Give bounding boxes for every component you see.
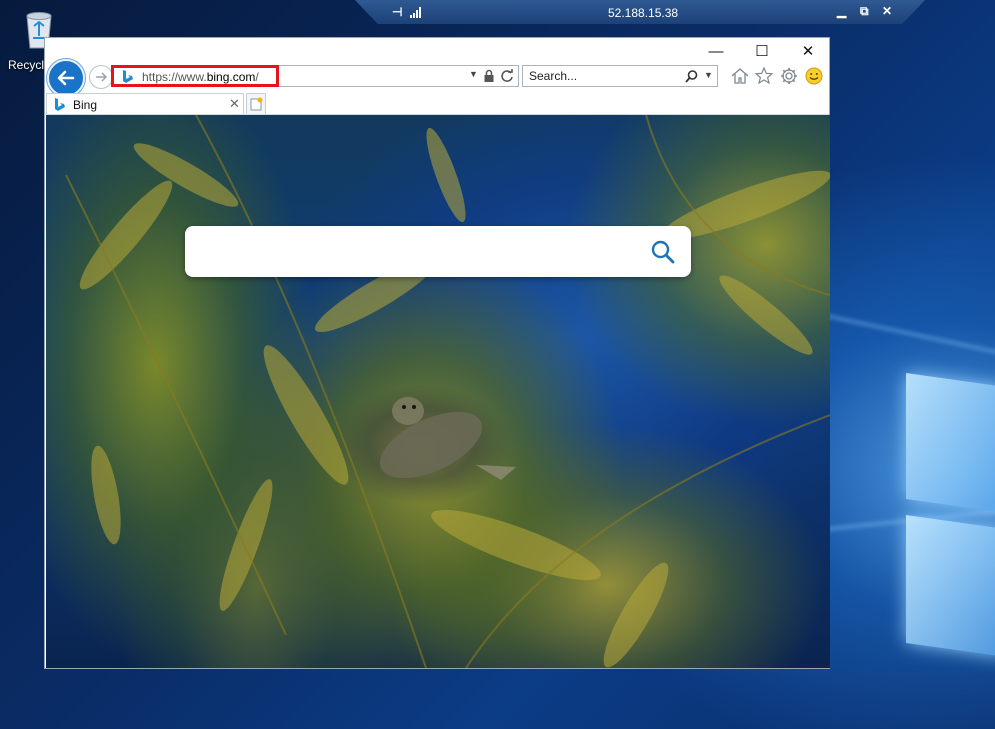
bing-search-box[interactable] <box>185 226 691 277</box>
url-text: https://www.bing.com/ <box>142 70 259 84</box>
remote-desktop-connection-bar: ⊣ 52.188.15.38 ▁ ⧉ ✕ <box>355 0 925 24</box>
remote-host-address: 52.188.15.38 <box>608 6 679 20</box>
rdp-minimize-button[interactable]: ▁ <box>837 4 846 18</box>
address-bar[interactable]: https://www.bing.com/ ▼ <box>111 65 519 87</box>
window-minimize-button[interactable]: — <box>693 40 739 64</box>
window-close-button[interactable]: ✕ <box>785 40 831 64</box>
search-dropdown-icon[interactable]: ▼ <box>704 70 713 80</box>
browser-window: — ☐ ✕ https://www.bing.com/ ▼ Search... … <box>44 37 830 669</box>
smiley-icon[interactable] <box>804 66 824 86</box>
web-page-content <box>46 115 830 668</box>
bing-favicon-icon <box>55 98 65 111</box>
pin-icon[interactable]: ⊣ <box>392 5 402 19</box>
arrow-right-icon <box>96 72 108 82</box>
lock-icon[interactable] <box>483 69 495 83</box>
gear-icon[interactable] <box>779 66 799 86</box>
rdp-close-button[interactable]: ✕ <box>882 4 892 18</box>
search-icon[interactable] <box>685 70 698 83</box>
back-button[interactable] <box>47 59 85 97</box>
new-tab-icon <box>250 97 263 111</box>
arrow-left-icon <box>57 70 75 86</box>
browser-search-input[interactable] <box>529 69 679 83</box>
address-dropdown-icon[interactable]: ▼ <box>469 69 478 79</box>
sea-lion <box>379 397 516 480</box>
bing-search-input[interactable] <box>203 240 637 264</box>
refresh-icon[interactable] <box>500 69 514 83</box>
search-icon[interactable] <box>650 239 676 265</box>
tab-title: Bing <box>73 98 98 112</box>
kelp-forest-image <box>65 115 830 668</box>
forward-button[interactable] <box>89 65 113 89</box>
home-icon[interactable] <box>730 66 750 86</box>
new-tab-button[interactable] <box>246 93 266 114</box>
browser-search-box[interactable]: ▼ <box>522 65 718 87</box>
bing-favicon-icon <box>123 70 133 83</box>
rdp-restore-button[interactable]: ⧉ <box>860 4 869 19</box>
windows-logo <box>900 372 995 658</box>
star-icon[interactable] <box>754 66 774 86</box>
close-tab-icon[interactable]: ✕ <box>229 96 240 112</box>
signal-bars-icon[interactable] <box>410 6 424 18</box>
window-maximize-button[interactable]: ☐ <box>739 40 785 64</box>
tab-bing[interactable]: Bing ✕ <box>46 93 244 115</box>
